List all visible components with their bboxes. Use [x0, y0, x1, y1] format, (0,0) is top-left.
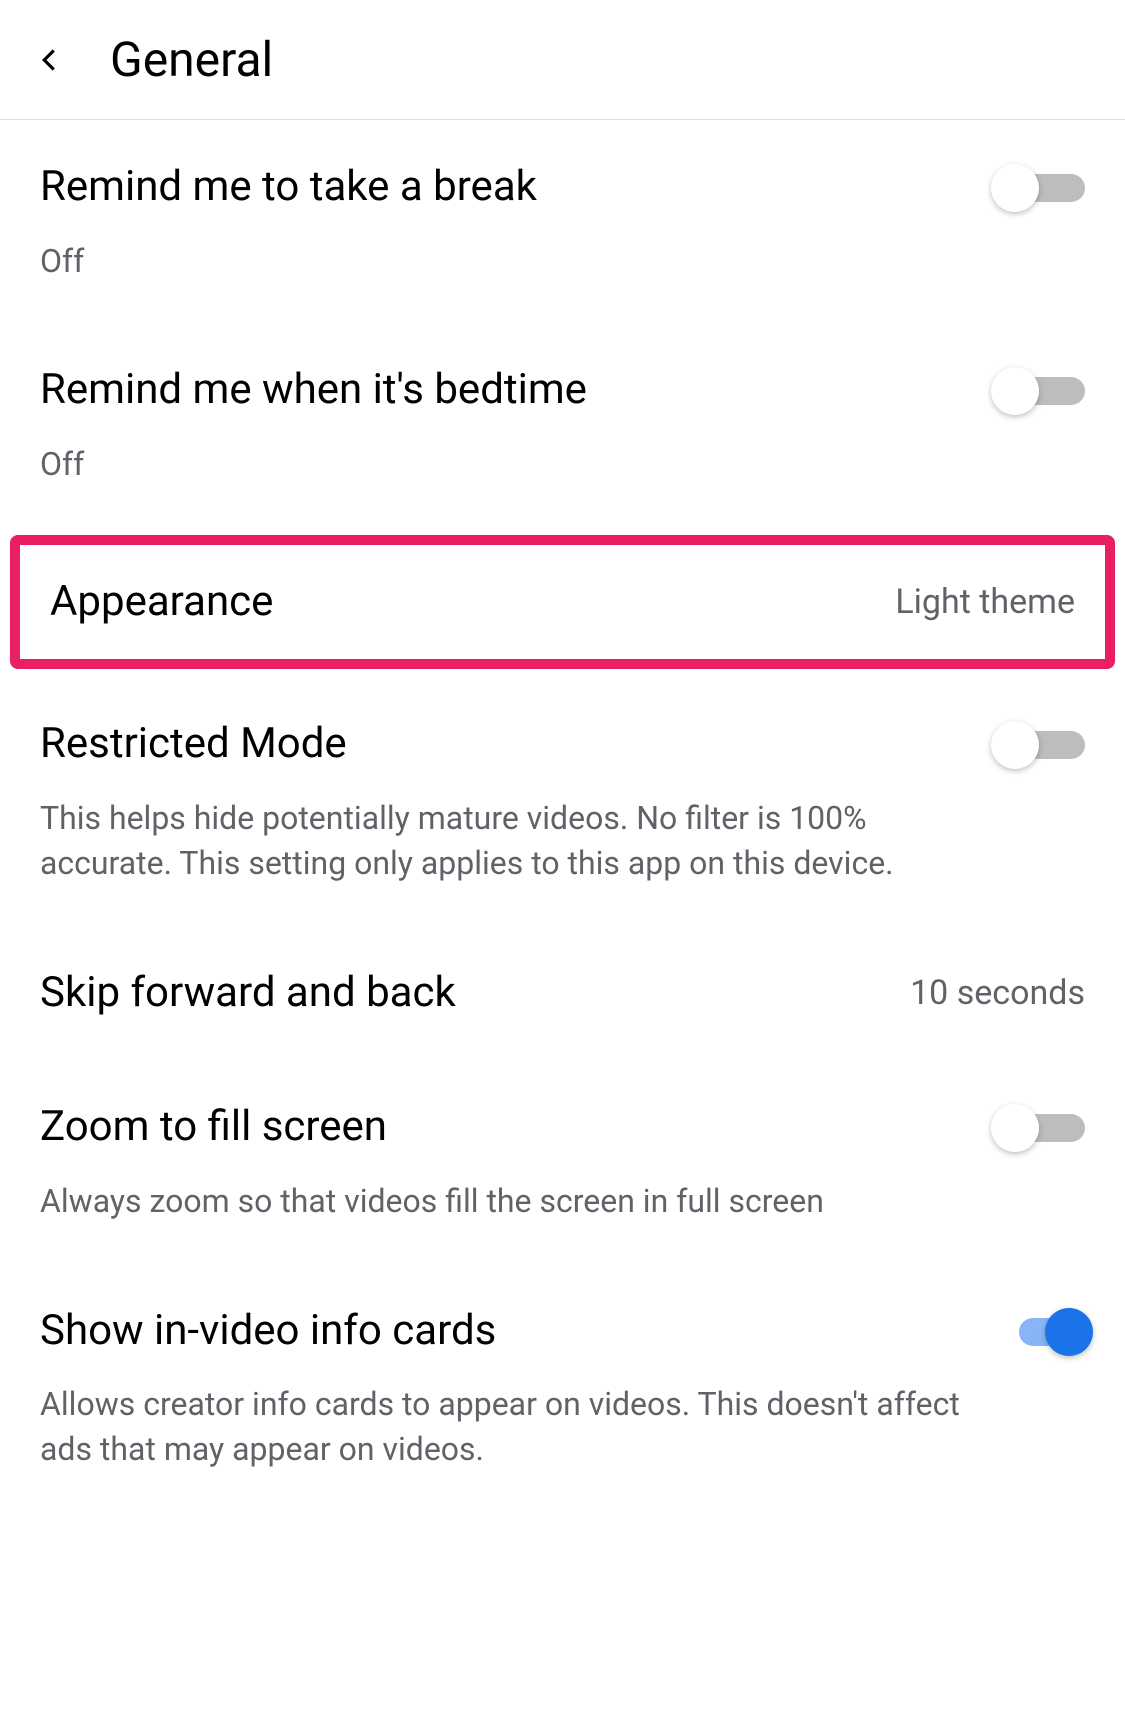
restricted-mode-toggle[interactable] — [999, 725, 1085, 765]
setting-bedtime-reminder[interactable]: Remind me when it's bedtime Off — [0, 323, 1125, 526]
setting-title: Show in-video info cards — [40, 1304, 979, 1359]
info-cards-toggle[interactable] — [999, 1312, 1085, 1352]
back-icon[interactable] — [30, 41, 68, 79]
setting-restricted-mode[interactable]: Restricted Mode This helps hide potentia… — [0, 677, 1125, 925]
setting-text: Show in-video info cards Allows creator … — [40, 1304, 999, 1472]
settings-list: Remind me to take a break Off Remind me … — [0, 120, 1125, 1512]
setting-subtitle: This helps hide potentially mature video… — [40, 796, 979, 886]
setting-text: Remind me to take a break Off — [40, 160, 999, 283]
setting-value: Light theme — [895, 582, 1075, 622]
appearance-row: Appearance Light theme — [50, 575, 1075, 630]
toggle-thumb — [991, 164, 1039, 212]
toggle-thumb — [991, 367, 1039, 415]
toggle-thumb — [1045, 1308, 1093, 1356]
setting-title: Remind me to take a break — [40, 160, 979, 215]
header: General — [0, 0, 1125, 120]
setting-info-cards[interactable]: Show in-video info cards Allows creator … — [0, 1264, 1125, 1512]
setting-subtitle: Off — [40, 239, 979, 284]
page-title: General — [110, 31, 273, 88]
setting-subtitle: Allows creator info cards to appear on v… — [40, 1382, 979, 1472]
setting-title: Restricted Mode — [40, 717, 979, 772]
setting-value: 10 seconds — [910, 973, 1085, 1013]
setting-title: Appearance — [50, 575, 273, 630]
setting-title: Remind me when it's bedtime — [40, 363, 979, 418]
zoom-toggle[interactable] — [999, 1108, 1085, 1148]
setting-title: Zoom to fill screen — [40, 1100, 979, 1155]
setting-break-reminder[interactable]: Remind me to take a break Off — [0, 120, 1125, 323]
setting-text: Restricted Mode This helps hide potentia… — [40, 717, 999, 885]
setting-text: Zoom to fill screen Always zoom so that … — [40, 1100, 999, 1223]
setting-subtitle: Always zoom so that videos fill the scre… — [40, 1179, 979, 1224]
setting-subtitle: Off — [40, 442, 979, 487]
break-reminder-toggle[interactable] — [999, 168, 1085, 208]
toggle-thumb — [991, 1104, 1039, 1152]
toggle-thumb — [991, 721, 1039, 769]
setting-appearance-highlighted[interactable]: Appearance Light theme — [10, 535, 1115, 670]
setting-text: Skip forward and back — [40, 966, 910, 1021]
setting-text: Remind me when it's bedtime Off — [40, 363, 999, 486]
setting-zoom[interactable]: Zoom to fill screen Always zoom so that … — [0, 1060, 1125, 1263]
bedtime-reminder-toggle[interactable] — [999, 371, 1085, 411]
setting-title: Skip forward and back — [40, 966, 890, 1021]
setting-skip[interactable]: Skip forward and back 10 seconds — [0, 926, 1125, 1061]
